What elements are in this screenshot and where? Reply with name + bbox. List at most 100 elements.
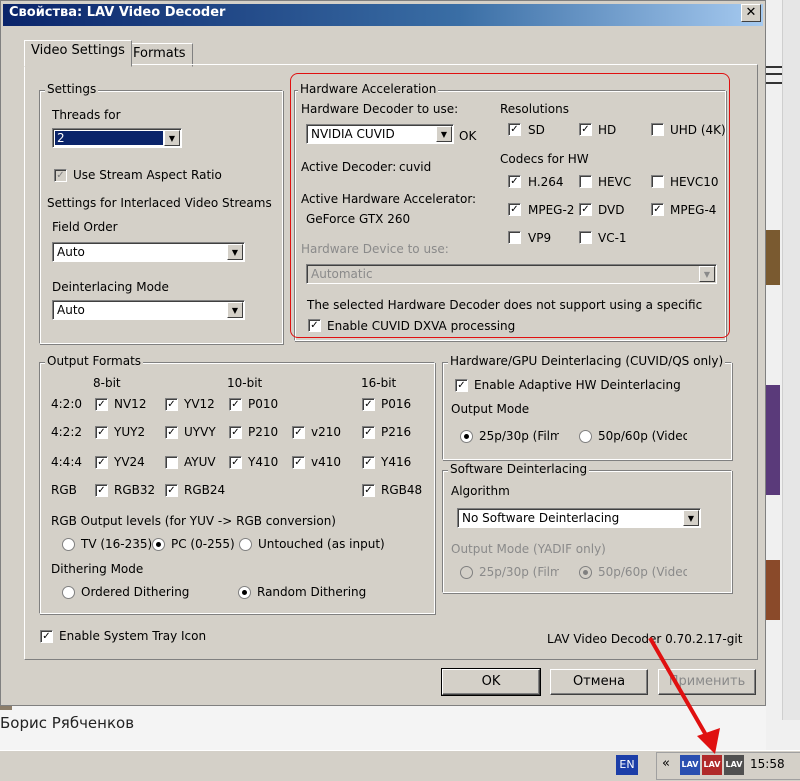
chevron-down-icon[interactable]: ▼ xyxy=(227,302,243,318)
format-label-p210: P210 xyxy=(248,425,279,439)
rgb-level-tv-radio[interactable] xyxy=(62,538,75,551)
row-label-rgb: RGB xyxy=(51,483,77,497)
highlight-annotation xyxy=(290,73,730,338)
field-order-select[interactable]: Auto ▼ xyxy=(52,242,245,262)
tray-icon-label: Enable System Tray Icon xyxy=(59,629,207,643)
rgb-level-pc-radio[interactable] xyxy=(152,538,165,551)
dithering-label: Dithering Mode xyxy=(51,562,144,576)
algorithm-value: No Software Deinterlacing xyxy=(462,511,620,525)
output-formats-legend: Output Formats xyxy=(45,354,144,368)
chevron-down-icon[interactable]: ▼ xyxy=(683,510,699,526)
format-label-p016: P016 xyxy=(381,397,412,411)
random-dithering-radio[interactable] xyxy=(238,586,251,599)
ok-button[interactable]: OK xyxy=(441,668,541,696)
format-label-yv12: YV12 xyxy=(184,397,215,411)
format-label-y410: Y410 xyxy=(248,455,279,469)
format-label-p010: P010 xyxy=(248,397,279,411)
background-thumbnail xyxy=(766,385,780,495)
chevron-down-icon[interactable]: ▼ xyxy=(164,130,180,146)
threads-select[interactable]: 2 ▼ xyxy=(52,128,182,148)
col-10bit-header: 10-bit xyxy=(227,376,263,390)
field-order-value: Auto xyxy=(57,245,85,259)
format-checkbox-yv24[interactable]: ✓ xyxy=(95,456,108,469)
format-checkbox-yv12[interactable]: ✓ xyxy=(165,398,178,411)
settings-legend: Settings xyxy=(45,82,99,96)
format-checkbox-p216[interactable]: ✓ xyxy=(362,426,375,439)
format-checkbox-v410[interactable]: ✓ xyxy=(292,456,305,469)
threads-value: 2 xyxy=(55,131,163,145)
format-checkbox-y416[interactable]: ✓ xyxy=(362,456,375,469)
adaptive-hw-deint-checkbox[interactable]: ✓ xyxy=(455,379,468,392)
stream-aspect-label: Use Stream Aspect Ratio xyxy=(73,168,222,182)
clock: 15:58 xyxy=(750,757,785,771)
background-thumbnail xyxy=(766,230,780,285)
format-checkbox-y410[interactable]: ✓ xyxy=(229,456,242,469)
threads-label: Threads for xyxy=(52,108,121,122)
format-label-rgb48: RGB48 xyxy=(381,483,423,497)
sw-mode-film-radio[interactable] xyxy=(460,566,473,579)
hw-mode-film-radio[interactable] xyxy=(460,430,473,443)
background-author-text: Борис Рябченков xyxy=(0,714,135,732)
algorithm-select[interactable]: No Software Deinterlacing ▼ xyxy=(457,508,701,528)
format-label-v410: v410 xyxy=(311,455,342,469)
format-checkbox-uyvy[interactable]: ✓ xyxy=(165,426,178,439)
row-label-444: 4:4:4 xyxy=(51,455,82,469)
deint-mode-label: Deinterlacing Mode xyxy=(52,280,169,294)
background-thumbnail xyxy=(766,560,780,620)
format-label-rgb24: RGB24 xyxy=(184,483,226,497)
col-8bit-header: 8-bit xyxy=(93,376,121,390)
format-checkbox-rgb24[interactable]: ✓ xyxy=(165,484,178,497)
sw-mode-video-label: 50p/60p (Video) xyxy=(598,565,687,579)
col-16bit-header: 16-bit xyxy=(361,376,397,390)
background-scrollbar[interactable] xyxy=(782,0,800,720)
format-checkbox-v210[interactable]: ✓ xyxy=(292,426,305,439)
ordered-dithering-radio[interactable] xyxy=(62,586,75,599)
sw-output-mode-label: Output Mode (YADIF only) xyxy=(451,542,606,556)
close-button[interactable]: ✕ xyxy=(741,4,761,22)
format-checkbox-ayuv[interactable] xyxy=(165,456,178,469)
format-checkbox-rgb48[interactable]: ✓ xyxy=(362,484,375,497)
cancel-button[interactable]: Отмена xyxy=(550,669,648,695)
stream-aspect-checkbox[interactable]: ✓ xyxy=(54,169,67,182)
interlaced-heading: Settings for Interlaced Video Streams xyxy=(47,196,272,210)
chevron-down-icon[interactable]: ▼ xyxy=(227,244,243,260)
field-order-label: Field Order xyxy=(52,220,118,234)
format-label-yuy2: YUY2 xyxy=(114,425,146,439)
language-indicator[interactable]: EN xyxy=(616,755,638,775)
format-label-y416: Y416 xyxy=(381,455,412,469)
hw-mode-video-label: 50p/60p (Video) xyxy=(598,429,687,443)
format-checkbox-p016[interactable]: ✓ xyxy=(362,398,375,411)
hw-mode-video-radio[interactable] xyxy=(579,430,592,443)
format-label-rgb32: RGB32 xyxy=(114,483,156,497)
tab-video-settings[interactable]: Video Settings xyxy=(24,40,132,67)
algorithm-label: Algorithm xyxy=(451,484,510,498)
hw-mode-film-label: 25p/30p (Film) xyxy=(479,429,559,443)
ordered-dithering-label: Ordered Dithering xyxy=(81,585,190,599)
rgb-level-untouched-radio[interactable] xyxy=(239,538,252,551)
sw-mode-video-radio[interactable] xyxy=(579,566,592,579)
format-checkbox-p210[interactable]: ✓ xyxy=(229,426,242,439)
format-label-ayuv: AYUV xyxy=(184,455,216,469)
rgb-level-untouched-label: Untouched (as input) xyxy=(258,537,385,551)
format-label-uyvy: UYVY xyxy=(184,425,216,439)
hw-output-mode-label: Output Mode xyxy=(451,402,530,416)
sw-deint-legend: Software Deinterlacing xyxy=(448,462,590,476)
row-label-422: 4:2:2 xyxy=(51,425,82,439)
tray-icon-checkbox[interactable]: ✓ xyxy=(40,630,53,643)
deint-mode-value: Auto xyxy=(57,303,85,317)
format-checkbox-nv12[interactable]: ✓ xyxy=(95,398,108,411)
format-label-p216: P216 xyxy=(381,425,412,439)
random-dithering-label: Random Dithering xyxy=(257,585,367,599)
deint-mode-select[interactable]: Auto ▼ xyxy=(52,300,245,320)
format-checkbox-p010[interactable]: ✓ xyxy=(229,398,242,411)
rgb-levels-label: RGB Output levels (for YUV -> RGB conver… xyxy=(51,514,336,528)
format-label-v210: v210 xyxy=(311,425,342,439)
format-checkbox-rgb32[interactable]: ✓ xyxy=(95,484,108,497)
format-checkbox-yuy2[interactable]: ✓ xyxy=(95,426,108,439)
hw-deint-legend: Hardware/GPU Deinterlacing (CUVID/QS onl… xyxy=(448,354,726,368)
format-label-nv12: NV12 xyxy=(114,397,147,411)
row-label-420: 4:2:0 xyxy=(51,397,82,411)
sw-mode-film-label: 25p/30p (Film) xyxy=(479,565,559,579)
adaptive-hw-deint-label: Enable Adaptive HW Deinterlacing xyxy=(474,378,681,392)
rgb-level-pc-label: PC (0-255) xyxy=(171,537,235,551)
